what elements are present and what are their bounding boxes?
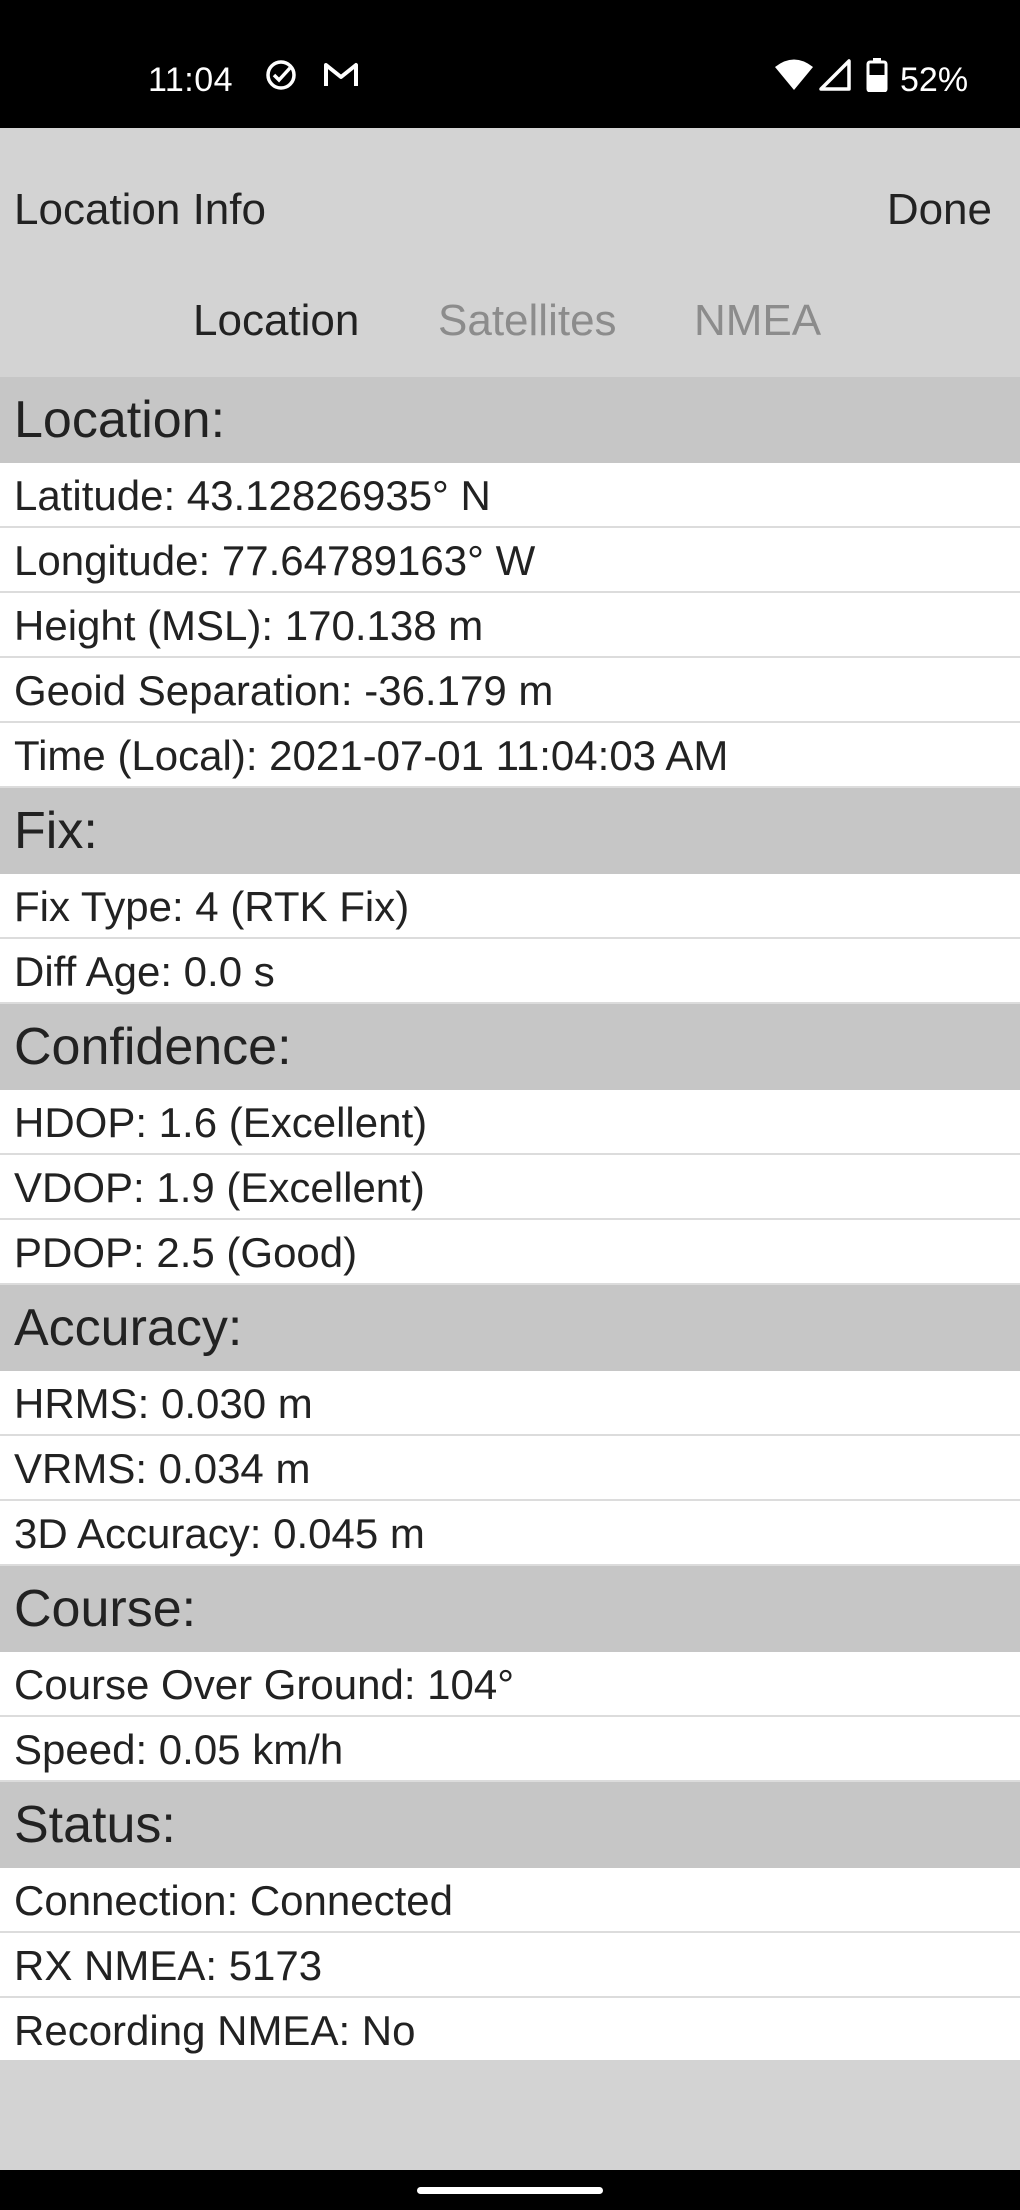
row-vrms: VRMS: 0.034 m <box>0 1436 1020 1501</box>
section-header-course: Course: <box>0 1566 1020 1652</box>
tab-nmea[interactable]: NMEA <box>694 291 821 351</box>
row-height-msl: Height (MSL): 170.138 m <box>0 593 1020 658</box>
status-bar: 11:04 52% <box>0 0 1020 128</box>
gesture-handle[interactable] <box>417 2187 603 2194</box>
status-time: 11:04 <box>148 61 234 99</box>
check-circle-icon <box>264 58 298 97</box>
row-recording-nmea: Recording NMEA: No <box>0 1998 1020 2063</box>
row-latitude: Latitude: 43.12826935° N <box>0 463 1020 528</box>
row-pdop: PDOP: 2.5 (Good) <box>0 1220 1020 1285</box>
tab-satellites[interactable]: Satellites <box>438 291 617 351</box>
app-header: Location Info Done Location Satellites N… <box>0 128 1020 377</box>
row-longitude: Longitude: 77.64789163° W <box>0 528 1020 593</box>
battery-percent: 52% <box>900 61 969 99</box>
section-header-fix: Fix: <box>0 788 1020 874</box>
section-header-location: Location: <box>0 377 1020 463</box>
tab-location[interactable]: Location <box>193 291 359 351</box>
row-vdop: VDOP: 1.9 (Excellent) <box>0 1155 1020 1220</box>
section-header-accuracy: Accuracy: <box>0 1285 1020 1371</box>
row-connection: Connection: Connected <box>0 1868 1020 1933</box>
row-3d-accuracy: 3D Accuracy: 0.045 m <box>0 1501 1020 1566</box>
page-title: Location Info <box>14 185 266 234</box>
signal-icon <box>818 58 852 97</box>
section-header-confidence: Confidence: <box>0 1004 1020 1090</box>
row-speed: Speed: 0.05 km/h <box>0 1717 1020 1782</box>
row-hrms: HRMS: 0.030 m <box>0 1371 1020 1436</box>
row-rx-nmea: RX NMEA: 5173 <box>0 1933 1020 1998</box>
location-info-list[interactable]: Location: Latitude: 43.12826935° N Longi… <box>0 377 1020 2063</box>
row-fix-type: Fix Type: 4 (RTK Fix) <box>0 874 1020 939</box>
wifi-icon <box>774 58 814 97</box>
battery-icon <box>866 58 888 97</box>
row-course-over-ground: Course Over Ground: 104° <box>0 1652 1020 1717</box>
system-navigation-bar <box>0 2170 1020 2210</box>
row-hdop: HDOP: 1.6 (Excellent) <box>0 1090 1020 1155</box>
gmail-icon <box>322 58 360 97</box>
row-geoid-separation: Geoid Separation: -36.179 m <box>0 658 1020 723</box>
section-header-status: Status: <box>0 1782 1020 1868</box>
done-button[interactable]: Done <box>887 180 992 240</box>
row-time-local: Time (Local): 2021-07-01 11:04:03 AM <box>0 723 1020 788</box>
bottom-toolbar-area <box>0 2060 1020 2170</box>
row-diff-age: Diff Age: 0.0 s <box>0 939 1020 1004</box>
